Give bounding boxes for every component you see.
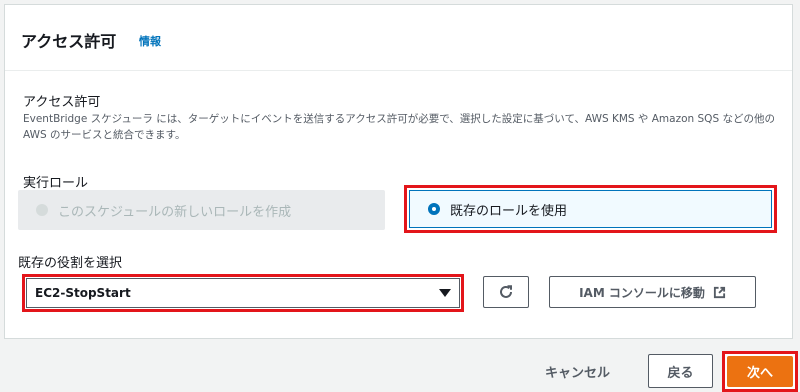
next-button[interactable]: 次へ [727,356,793,387]
existing-role-label: 既存の役割を選択 [18,256,123,271]
existing-role-select[interactable]: EC2-StopStart [26,278,460,308]
back-button[interactable]: 戻る [648,354,713,388]
radio-use-existing-role[interactable]: 既存のロールを使用 [409,190,772,228]
info-link[interactable]: 情報 [139,33,161,49]
external-link-icon [713,286,726,299]
permissions-label: アクセス許可 [23,95,101,110]
refresh-button[interactable] [483,276,529,308]
radio-use-existing-role-highlight: 既存のロールを使用 [404,185,777,233]
existing-role-select-value: EC2-StopStart [35,286,131,300]
refresh-icon [500,285,512,298]
permissions-description: EventBridge スケジューラ には、ターゲットにイベントを送信するアクセ… [23,113,775,141]
radio-button-selected-icon [428,203,440,215]
next-button-highlight: 次へ [722,351,798,392]
iam-console-button[interactable]: IAM コンソールに移動 [549,276,756,308]
panel-title: アクセス許可 [21,32,117,51]
radio-create-new-role[interactable]: このスケジュールの新しいロールを作成 [18,190,385,230]
execution-role-label: 実行ロール [23,176,89,191]
radio-button-icon [36,204,48,216]
existing-role-select-highlight: EC2-StopStart [22,274,464,312]
radio-create-new-role-label: このスケジュールの新しいロールを作成 [58,204,292,220]
cancel-button[interactable]: キャンセル [545,362,610,381]
caret-down-icon [439,289,451,297]
iam-console-button-label: IAM コンソールに移動 [579,285,705,300]
panel-header: アクセス許可 情報 [5,5,792,71]
radio-use-existing-role-label: 既存のロールを使用 [450,203,568,219]
